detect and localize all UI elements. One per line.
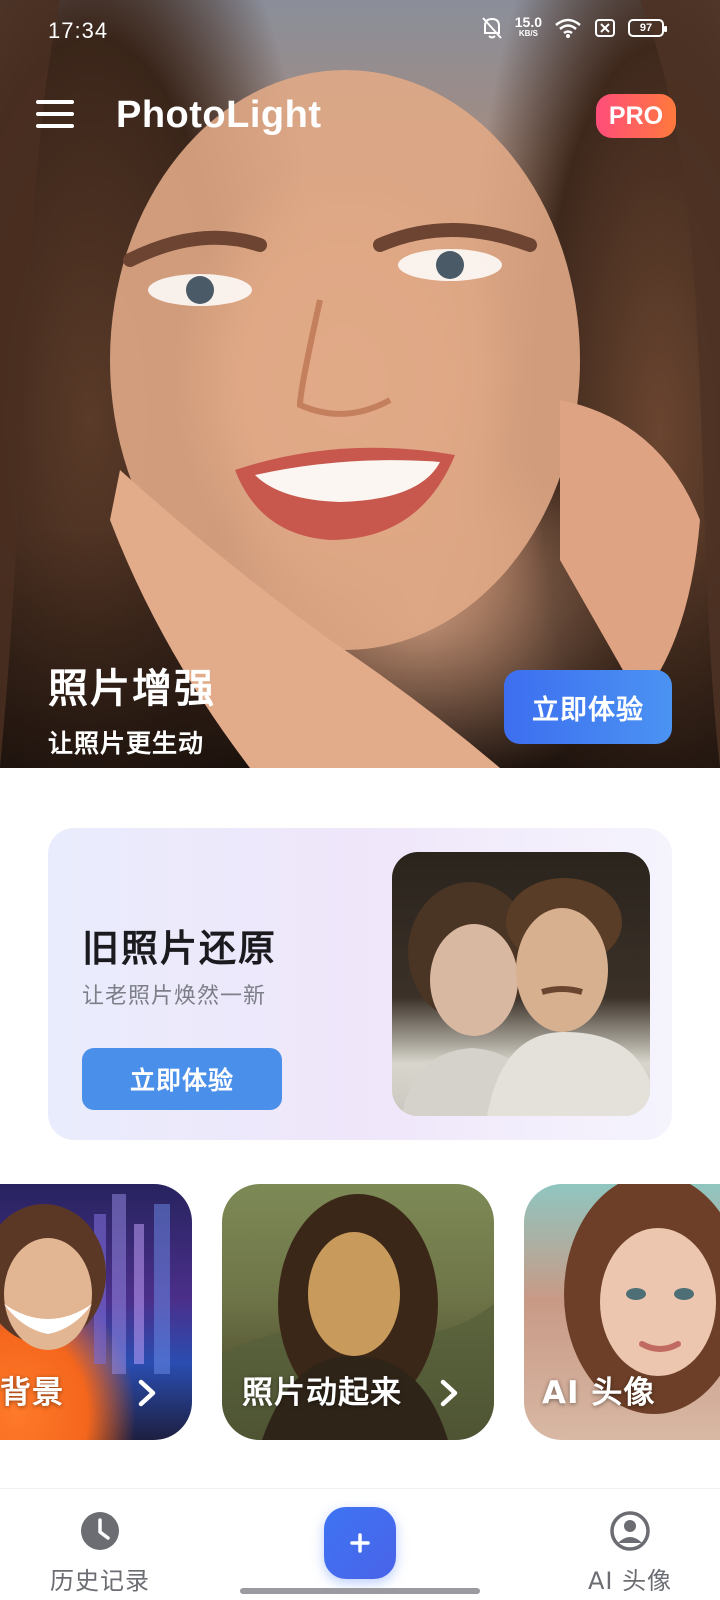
feature-tile-ai-avatar[interactable]: AI 头像 xyxy=(524,1184,720,1440)
content-sheet: 旧照片还原 让老照片焕然一新 立即体验 背景 照片动起来 AI 头像 xyxy=(0,782,720,1492)
bottom-navigation: 历史记录 AI 头像 xyxy=(0,1488,720,1600)
add-photo-button[interactable] xyxy=(324,1507,396,1579)
plus-icon xyxy=(350,1533,370,1553)
hero-title: 照片增强 xyxy=(48,666,216,712)
nav-ai-avatar[interactable]: AI 头像 xyxy=(560,1511,700,1596)
old-photo-restore-card[interactable]: 旧照片还原 让老照片焕然一新 立即体验 xyxy=(48,828,672,1140)
feature-tile-background[interactable]: 背景 xyxy=(0,1184,192,1440)
menu-icon[interactable] xyxy=(36,98,74,130)
hero-subtitle: 让照片更生动 xyxy=(48,729,205,758)
network-speed: 15.0 KB/S xyxy=(514,14,542,38)
home-indicator[interactable] xyxy=(240,1588,480,1594)
user-avatar-icon xyxy=(610,1511,650,1551)
old-couple-photo xyxy=(392,852,650,1116)
nav-history-label: 历史记录 xyxy=(50,1567,150,1595)
status-time: 17:34 xyxy=(48,18,109,43)
feature-label-background: 背景 xyxy=(0,1375,64,1411)
clock-icon xyxy=(81,1512,119,1550)
sim-off-icon xyxy=(595,19,615,37)
wifi-icon xyxy=(555,18,581,38)
app-bar: PhotoLight PRO xyxy=(0,80,720,152)
bell-muted-icon xyxy=(482,17,502,39)
hero-text: 照片增强 让照片更生动 xyxy=(48,656,216,760)
nav-history[interactable]: 历史记录 xyxy=(30,1511,170,1596)
battery-indicator: 97 xyxy=(628,19,667,37)
feature-row: 背景 照片动起来 AI 头像 xyxy=(0,1184,720,1442)
restore-try-button[interactable]: 立即体验 xyxy=(82,1048,282,1110)
restore-card-subtitle: 让老照片焕然一新 xyxy=(82,984,267,1009)
chevron-right-icon xyxy=(440,1379,458,1407)
app-title: PhotoLight xyxy=(116,94,322,136)
feature-label-ai-avatar: AI 头像 xyxy=(542,1375,656,1411)
status-bar: 17:34 15.0 KB/S 97 xyxy=(0,0,720,64)
feature-tile-animate-photo[interactable]: 照片动起来 xyxy=(222,1184,494,1440)
hero-try-button[interactable]: 立即体验 xyxy=(504,670,672,744)
feature-label-animate-photo: 照片动起来 xyxy=(242,1375,402,1411)
hero-banner[interactable]: 17:34 15.0 KB/S 97 PhotoLight PRO 照片增强 让… xyxy=(0,0,720,768)
nav-ai-avatar-label: AI 头像 xyxy=(587,1567,673,1595)
status-icons: 15.0 KB/S 97 xyxy=(481,14,667,40)
pro-badge[interactable]: PRO xyxy=(596,94,676,138)
chevron-right-icon xyxy=(138,1379,156,1407)
restore-card-title: 旧照片还原 xyxy=(82,927,277,970)
